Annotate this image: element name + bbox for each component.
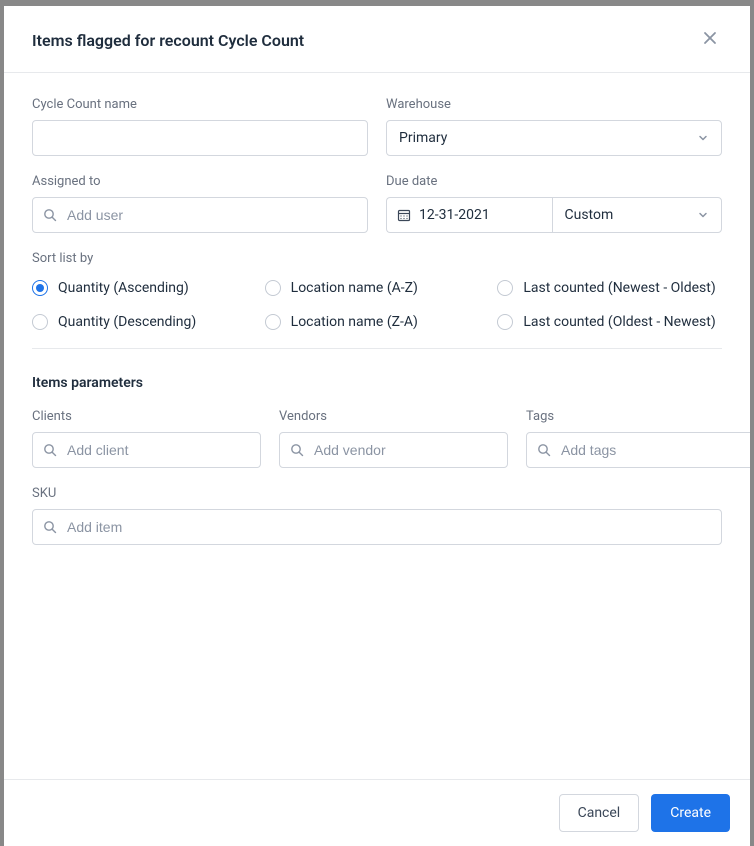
tags-label: Tags — [526, 409, 750, 424]
warehouse-select[interactable]: Primary — [386, 120, 722, 156]
sort-option-last-counted-newest[interactable]: Last counted (Newest - Oldest) — [497, 280, 722, 296]
radio-icon — [497, 314, 513, 330]
modal-footer: Cancel Create — [4, 779, 750, 846]
due-date-label: Due date — [386, 174, 722, 189]
sort-section: Sort list by Quantity (Ascending) Locati… — [32, 251, 722, 349]
cycle-count-name-input[interactable] — [43, 129, 357, 147]
sort-option-qty-desc[interactable]: Quantity (Descending) — [32, 314, 257, 330]
due-date-preset-value: Custom — [565, 207, 614, 223]
vendors-input-wrap — [279, 432, 508, 468]
radio-icon — [32, 314, 48, 330]
sku-label: SKU — [32, 486, 722, 501]
search-icon — [43, 443, 57, 457]
cycle-count-name-input-wrap — [32, 120, 368, 156]
sort-label: Sort list by — [32, 251, 722, 266]
close-icon — [702, 30, 718, 46]
clients-input-wrap — [32, 432, 261, 468]
chevron-down-icon — [697, 209, 709, 221]
modal-header: Items flagged for recount Cycle Count — [4, 6, 750, 73]
sort-option-qty-asc[interactable]: Quantity (Ascending) — [32, 280, 257, 296]
sort-option-location-za[interactable]: Location name (Z-A) — [265, 314, 490, 330]
vendors-input[interactable] — [312, 441, 497, 459]
tags-input[interactable] — [559, 441, 744, 459]
search-icon — [43, 208, 57, 222]
due-date-preset-select[interactable]: Custom — [552, 197, 723, 233]
sort-option-location-az[interactable]: Location name (A-Z) — [265, 280, 490, 296]
clients-label: Clients — [32, 409, 261, 424]
assigned-to-label: Assigned to — [32, 174, 368, 189]
due-date-input[interactable]: 12-31-2021 — [386, 197, 552, 233]
search-icon — [290, 443, 304, 457]
search-icon — [43, 520, 57, 534]
sort-option-label: Location name (A-Z) — [291, 280, 418, 296]
modal-body: Cycle Count name Warehouse Primary Assig… — [4, 73, 750, 779]
create-button[interactable]: Create — [651, 794, 730, 832]
radio-icon — [497, 280, 513, 296]
tags-input-wrap — [526, 432, 750, 468]
sort-option-label: Location name (Z-A) — [291, 314, 418, 330]
vendors-label: Vendors — [279, 409, 508, 424]
items-parameters-title: Items parameters — [32, 375, 722, 391]
warehouse-label: Warehouse — [386, 97, 722, 112]
sort-options: Quantity (Ascending) Location name (A-Z)… — [32, 280, 722, 330]
sort-option-label: Last counted (Newest - Oldest) — [523, 280, 715, 296]
chevron-down-icon — [697, 132, 709, 144]
sku-input[interactable] — [65, 518, 711, 536]
calendar-icon — [397, 208, 411, 222]
cycle-count-modal: Items flagged for recount Cycle Count Cy… — [4, 6, 750, 846]
sort-option-last-counted-oldest[interactable]: Last counted (Oldest - Newest) — [497, 314, 722, 330]
cycle-count-name-label: Cycle Count name — [32, 97, 368, 112]
radio-icon — [32, 280, 48, 296]
sort-option-label: Quantity (Ascending) — [58, 280, 189, 296]
assigned-to-input-wrap — [32, 197, 368, 233]
sku-input-wrap — [32, 509, 722, 545]
due-date-group: 12-31-2021 Custom — [386, 197, 722, 233]
sort-option-label: Quantity (Descending) — [58, 314, 196, 330]
close-button[interactable] — [698, 26, 722, 54]
due-date-value: 12-31-2021 — [419, 207, 490, 223]
warehouse-value: Primary — [399, 130, 447, 146]
assigned-to-input[interactable] — [65, 206, 357, 224]
modal-title: Items flagged for recount Cycle Count — [32, 31, 304, 50]
sort-option-label: Last counted (Oldest - Newest) — [523, 314, 715, 330]
clients-input[interactable] — [65, 441, 250, 459]
search-icon — [537, 443, 551, 457]
radio-icon — [265, 280, 281, 296]
radio-icon — [265, 314, 281, 330]
cancel-button[interactable]: Cancel — [559, 794, 640, 832]
